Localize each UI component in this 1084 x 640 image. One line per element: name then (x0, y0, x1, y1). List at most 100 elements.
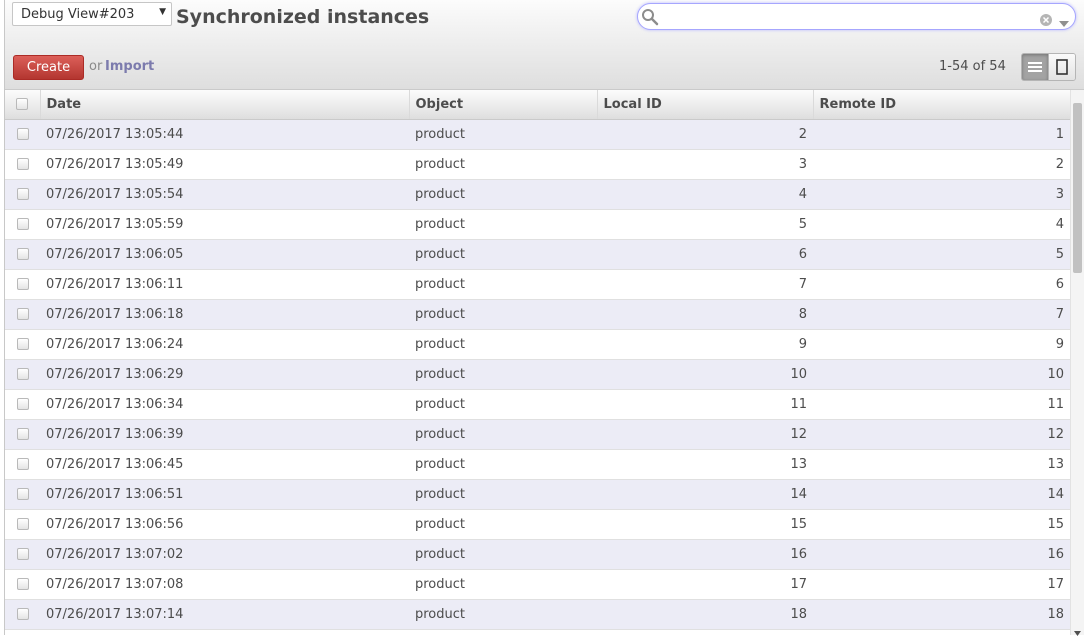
cell-date: 07/26/2017 13:05:44 (40, 119, 409, 150)
table-row[interactable]: 07/26/2017 13:06:24 product 9 9 (5, 329, 1070, 360)
table-row[interactable]: 07/26/2017 13:06:34 product 11 11 (5, 389, 1070, 420)
cell-local-id: 15 (597, 509, 813, 540)
table-row[interactable]: 07/26/2017 13:05:44 product 2 1 (5, 119, 1070, 150)
cell-date: 07/26/2017 13:06:05 (40, 239, 409, 270)
cell-remote-id: 12 (813, 419, 1070, 450)
cell-remote-id: 10 (813, 359, 1070, 390)
row-checkbox[interactable] (16, 218, 29, 230)
or-text: or (89, 59, 103, 74)
row-checkbox[interactable] (16, 458, 29, 470)
cell-object: product (409, 599, 597, 630)
row-checkbox[interactable] (16, 548, 29, 560)
clear-search-icon[interactable] (1040, 11, 1052, 30)
column-header-object[interactable]: Object (409, 90, 598, 120)
row-select-cell (5, 479, 40, 510)
cell-object: product (409, 389, 597, 420)
scrollbar-thumb[interactable] (1073, 103, 1082, 273)
cell-local-id: 5 (597, 209, 813, 240)
row-select-cell (5, 179, 40, 210)
cell-date: 07/26/2017 13:06:51 (40, 479, 409, 510)
list-icon (1028, 62, 1043, 72)
caret-down-icon: ▼ (159, 7, 166, 17)
cell-remote-id: 2 (813, 149, 1070, 180)
row-checkbox[interactable] (16, 128, 29, 140)
row-checkbox[interactable] (16, 188, 29, 200)
table-row[interactable]: 07/26/2017 13:06:45 product 13 13 (5, 449, 1070, 480)
row-checkbox[interactable] (16, 248, 29, 260)
cell-object: product (409, 359, 597, 390)
row-select-cell (5, 149, 40, 180)
table-row[interactable]: 07/26/2017 13:06:51 product 14 14 (5, 479, 1070, 510)
page-title: Synchronized instances (176, 6, 430, 28)
row-checkbox[interactable] (16, 488, 29, 500)
row-select-cell (5, 269, 40, 300)
cell-remote-id: 9 (813, 329, 1070, 360)
table-row[interactable]: 07/26/2017 13:06:56 product 15 15 (5, 509, 1070, 540)
table-row[interactable]: 07/26/2017 13:05:49 product 3 2 (5, 149, 1070, 180)
table-row[interactable]: 07/26/2017 13:05:59 product 5 4 (5, 209, 1070, 240)
cell-local-id: 2 (597, 119, 813, 150)
create-button[interactable]: Create (13, 55, 84, 80)
row-checkbox[interactable] (16, 608, 29, 620)
view-selector-label: Debug View#203 (21, 7, 135, 22)
table-row[interactable]: 07/26/2017 13:07:08 product 17 17 (5, 569, 1070, 600)
row-select-cell (5, 539, 40, 570)
row-checkbox[interactable] (16, 368, 29, 380)
vertical-scrollbar[interactable] (1070, 90, 1084, 636)
list-view-button[interactable] (1022, 54, 1049, 80)
cell-date: 07/26/2017 13:07:14 (40, 599, 409, 630)
cell-date: 07/26/2017 13:06:11 (40, 269, 409, 300)
import-link[interactable]: Import (105, 59, 154, 74)
row-checkbox[interactable] (16, 278, 29, 290)
row-checkbox[interactable] (16, 158, 29, 170)
table-row[interactable]: 07/26/2017 13:06:05 product 6 5 (5, 239, 1070, 270)
row-select-cell (5, 569, 40, 600)
cell-local-id: 9 (597, 329, 813, 360)
pager-value[interactable]: 1-54 of 54 (939, 59, 1006, 74)
cell-local-id: 10 (597, 359, 813, 390)
cell-object: product (409, 239, 597, 270)
table-row[interactable]: 07/26/2017 13:06:18 product 8 7 (5, 299, 1070, 330)
search-options-dropdown-icon[interactable] (1059, 13, 1069, 32)
table-row[interactable]: 07/26/2017 13:06:29 product 10 10 (5, 359, 1070, 390)
cell-date: 07/26/2017 13:07:08 (40, 569, 409, 600)
cell-date: 07/26/2017 13:06:24 (40, 329, 409, 360)
table-row[interactable]: 07/26/2017 13:05:54 product 4 3 (5, 179, 1070, 210)
row-checkbox[interactable] (16, 308, 29, 320)
row-checkbox[interactable] (16, 578, 29, 590)
cell-object: product (409, 179, 597, 210)
cell-remote-id: 13 (813, 449, 1070, 480)
table-header: Date Object Local ID Remote ID (5, 90, 1070, 120)
cell-object: product (409, 149, 597, 180)
row-select-cell (5, 449, 40, 480)
row-select-cell (5, 119, 40, 150)
cell-remote-id: 1 (813, 119, 1070, 150)
row-checkbox[interactable] (16, 338, 29, 350)
cell-remote-id: 3 (813, 179, 1070, 210)
cell-object: product (409, 569, 597, 600)
cell-date: 07/26/2017 13:05:59 (40, 209, 409, 240)
table-row[interactable]: 07/26/2017 13:07:14 product 18 18 (5, 599, 1070, 630)
cell-local-id: 18 (597, 599, 813, 630)
list-view: Date Object Local ID Remote ID 07/26/201… (5, 90, 1070, 635)
select-all-checkbox[interactable] (16, 98, 29, 111)
row-select-cell (5, 359, 40, 390)
cell-object: product (409, 449, 597, 480)
cell-date: 07/26/2017 13:05:49 (40, 149, 409, 180)
table-row[interactable]: 07/26/2017 13:06:11 product 7 6 (5, 269, 1070, 300)
column-header-local-id[interactable]: Local ID (597, 90, 814, 120)
scroll-down-arrow-icon[interactable] (1074, 621, 1081, 640)
row-checkbox[interactable] (16, 428, 29, 440)
cell-object: product (409, 539, 597, 570)
search-box[interactable] (637, 3, 1076, 30)
row-checkbox[interactable] (16, 398, 29, 410)
form-view-button[interactable] (1048, 54, 1075, 80)
column-header-date[interactable]: Date (40, 90, 410, 120)
row-select-cell (5, 389, 40, 420)
view-selector[interactable]: Debug View#203 ▼ (12, 2, 172, 26)
table-row[interactable]: 07/26/2017 13:07:02 product 16 16 (5, 539, 1070, 570)
column-header-remote-id[interactable]: Remote ID (813, 90, 1070, 120)
row-checkbox[interactable] (16, 518, 29, 530)
search-input[interactable] (662, 7, 1036, 28)
table-row[interactable]: 07/26/2017 13:06:39 product 12 12 (5, 419, 1070, 450)
